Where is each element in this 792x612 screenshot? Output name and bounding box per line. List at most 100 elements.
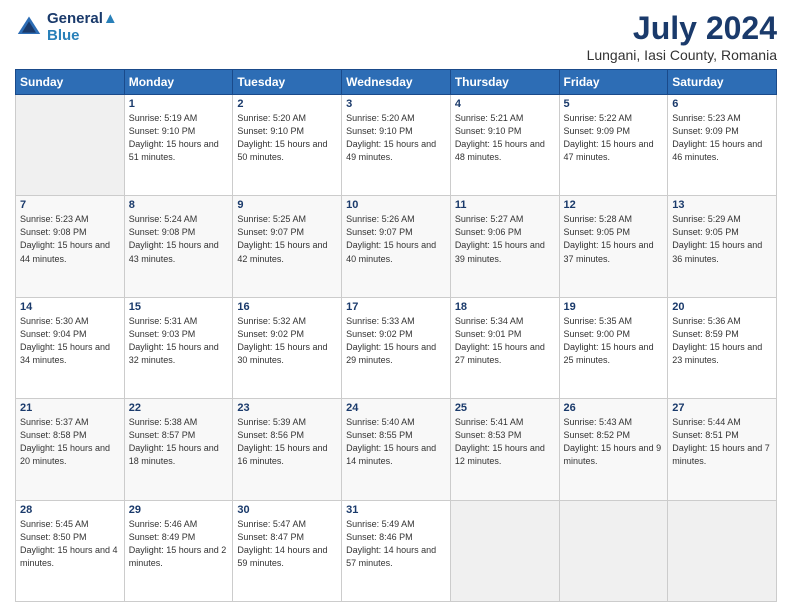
calendar-cell bbox=[450, 500, 559, 601]
cell-info: Sunrise: 5:41 AMSunset: 8:53 PMDaylight:… bbox=[455, 416, 555, 468]
cell-info: Sunrise: 5:38 AMSunset: 8:57 PMDaylight:… bbox=[129, 416, 229, 468]
calendar-cell: 4 Sunrise: 5:21 AMSunset: 9:10 PMDaylight… bbox=[450, 95, 559, 196]
calendar-cell: 1 Sunrise: 5:19 AMSunset: 9:10 PMDaylight… bbox=[124, 95, 233, 196]
page: General▲ Blue July 2024 Lungani, Iasi Co… bbox=[0, 0, 792, 612]
week-row-3: 14Sunrise: 5:30 AMSunset: 9:04 PMDayligh… bbox=[16, 297, 777, 398]
cell-info: Sunrise: 5:19 AMSunset: 9:10 PMDaylight:… bbox=[129, 112, 229, 164]
cell-info: Sunrise: 5:21 AMSunset: 9:10 PMDaylight:… bbox=[455, 112, 555, 164]
day-number: 3 bbox=[346, 98, 446, 110]
calendar-cell bbox=[559, 500, 668, 601]
calendar-cell: 7 Sunrise: 5:23 AMSunset: 9:08 PMDaylight… bbox=[16, 196, 125, 297]
calendar-cell: 26 Sunrise: 5:43 AMSunset: 8:52 PMDayligh… bbox=[559, 399, 668, 500]
day-number: 26 bbox=[564, 402, 664, 414]
day-number: 15 bbox=[129, 301, 229, 313]
cell-info: Sunrise: 5:46 AMSunset: 8:49 PMDaylight:… bbox=[129, 518, 229, 570]
cell-info: Sunrise: 5:24 AMSunset: 9:08 PMDaylight:… bbox=[129, 213, 229, 265]
cell-info: Sunrise: 5:26 AMSunset: 9:07 PMDaylight:… bbox=[346, 213, 446, 265]
cell-info: Sunrise: 5:37 AMSunset: 8:58 PMDaylight:… bbox=[20, 416, 120, 468]
day-number: 23 bbox=[237, 402, 337, 414]
day-number: 5 bbox=[564, 98, 664, 110]
cell-info: Sunrise: 5:28 AMSunset: 9:05 PMDaylight:… bbox=[564, 213, 664, 265]
cell-info: Sunrise: 5:35 AMSunset: 9:00 PMDaylight:… bbox=[564, 315, 664, 367]
calendar-table: SundayMondayTuesdayWednesdayThursdayFrid… bbox=[15, 69, 777, 602]
day-number: 6 bbox=[672, 98, 772, 110]
calendar-cell: 27 Sunrise: 5:44 AMSunset: 8:51 PMDayligh… bbox=[668, 399, 777, 500]
cell-info: Sunrise: 5:40 AMSunset: 8:55 PMDaylight:… bbox=[346, 416, 446, 468]
calendar-cell: 2 Sunrise: 5:20 AMSunset: 9:10 PMDaylight… bbox=[233, 95, 342, 196]
cell-info: Sunrise: 5:32 AMSunset: 9:02 PMDaylight:… bbox=[237, 315, 337, 367]
day-number: 4 bbox=[455, 98, 555, 110]
cell-info: Sunrise: 5:31 AMSunset: 9:03 PMDaylight:… bbox=[129, 315, 229, 367]
month-title: July 2024 bbox=[587, 10, 777, 47]
logo: General▲ Blue bbox=[15, 10, 118, 44]
col-header-tuesday: Tuesday bbox=[233, 70, 342, 95]
calendar-cell: 3Sunrise: 5:20 AMSunset: 9:10 PMDaylight… bbox=[342, 95, 451, 196]
col-header-sunday: Sunday bbox=[16, 70, 125, 95]
calendar-cell: 22Sunrise: 5:38 AMSunset: 8:57 PMDayligh… bbox=[124, 399, 233, 500]
col-header-saturday: Saturday bbox=[668, 70, 777, 95]
cell-info: Sunrise: 5:39 AMSunset: 8:56 PMDaylight:… bbox=[237, 416, 337, 468]
day-number: 10 bbox=[346, 199, 446, 211]
calendar-cell bbox=[668, 500, 777, 601]
logo-icon bbox=[15, 13, 43, 41]
calendar-cell bbox=[16, 95, 125, 196]
calendar-cell: 17Sunrise: 5:33 AMSunset: 9:02 PMDayligh… bbox=[342, 297, 451, 398]
cell-info: Sunrise: 5:23 AMSunset: 9:09 PMDaylight:… bbox=[672, 112, 772, 164]
col-header-friday: Friday bbox=[559, 70, 668, 95]
cell-info: Sunrise: 5:44 AMSunset: 8:51 PMDaylight:… bbox=[672, 416, 772, 468]
calendar-cell: 16 Sunrise: 5:32 AMSunset: 9:02 PMDayligh… bbox=[233, 297, 342, 398]
calendar-cell: 14Sunrise: 5:30 AMSunset: 9:04 PMDayligh… bbox=[16, 297, 125, 398]
cell-info: Sunrise: 5:47 AMSunset: 8:47 PMDaylight:… bbox=[237, 518, 337, 570]
calendar-cell: 28 Sunrise: 5:45 AMSunset: 8:50 PMDayligh… bbox=[16, 500, 125, 601]
calendar-cell: 20Sunrise: 5:36 AMSunset: 8:59 PMDayligh… bbox=[668, 297, 777, 398]
day-number: 25 bbox=[455, 402, 555, 414]
day-number: 7 bbox=[20, 199, 120, 211]
day-number: 27 bbox=[672, 402, 772, 414]
cell-info: Sunrise: 5:36 AMSunset: 8:59 PMDaylight:… bbox=[672, 315, 772, 367]
cell-info: Sunrise: 5:34 AMSunset: 9:01 PMDaylight:… bbox=[455, 315, 555, 367]
calendar-cell: 15 Sunrise: 5:31 AMSunset: 9:03 PMDayligh… bbox=[124, 297, 233, 398]
day-number: 2 bbox=[237, 98, 337, 110]
cell-info: Sunrise: 5:33 AMSunset: 9:02 PMDaylight:… bbox=[346, 315, 446, 367]
day-number: 18 bbox=[455, 301, 555, 313]
header: General▲ Blue July 2024 Lungani, Iasi Co… bbox=[15, 10, 777, 63]
week-row-4: 21Sunrise: 5:37 AMSunset: 8:58 PMDayligh… bbox=[16, 399, 777, 500]
day-number: 1 bbox=[129, 98, 229, 110]
cell-info: Sunrise: 5:25 AMSunset: 9:07 PMDaylight:… bbox=[237, 213, 337, 265]
calendar-cell: 19 Sunrise: 5:35 AMSunset: 9:00 PMDayligh… bbox=[559, 297, 668, 398]
week-row-5: 28 Sunrise: 5:45 AMSunset: 8:50 PMDayligh… bbox=[16, 500, 777, 601]
day-number: 28 bbox=[20, 504, 120, 516]
calendar-cell: 25 Sunrise: 5:41 AMSunset: 8:53 PMDayligh… bbox=[450, 399, 559, 500]
day-number: 19 bbox=[564, 301, 664, 313]
col-header-monday: Monday bbox=[124, 70, 233, 95]
day-number: 30 bbox=[237, 504, 337, 516]
calendar-cell: 30 Sunrise: 5:47 AMSunset: 8:47 PMDayligh… bbox=[233, 500, 342, 601]
day-number: 16 bbox=[237, 301, 337, 313]
col-header-thursday: Thursday bbox=[450, 70, 559, 95]
cell-info: Sunrise: 5:49 AMSunset: 8:46 PMDaylight:… bbox=[346, 518, 446, 570]
calendar-cell: 6 Sunrise: 5:23 AMSunset: 9:09 PMDaylight… bbox=[668, 95, 777, 196]
calendar-cell: 5Sunrise: 5:22 AMSunset: 9:09 PMDaylight… bbox=[559, 95, 668, 196]
calendar-cell: 23 Sunrise: 5:39 AMSunset: 8:56 PMDayligh… bbox=[233, 399, 342, 500]
week-row-2: 7 Sunrise: 5:23 AMSunset: 9:08 PMDaylight… bbox=[16, 196, 777, 297]
calendar-cell: 18 Sunrise: 5:34 AMSunset: 9:01 PMDayligh… bbox=[450, 297, 559, 398]
calendar-cell: 31 Sunrise: 5:49 AMSunset: 8:46 PMDayligh… bbox=[342, 500, 451, 601]
day-number: 29 bbox=[129, 504, 229, 516]
day-number: 31 bbox=[346, 504, 446, 516]
cell-info: Sunrise: 5:27 AMSunset: 9:06 PMDaylight:… bbox=[455, 213, 555, 265]
calendar-cell: 29 Sunrise: 5:46 AMSunset: 8:49 PMDayligh… bbox=[124, 500, 233, 601]
cell-info: Sunrise: 5:20 AMSunset: 9:10 PMDaylight:… bbox=[237, 112, 337, 164]
calendar-cell: 11Sunrise: 5:27 AMSunset: 9:06 PMDayligh… bbox=[450, 196, 559, 297]
calendar-cell: 21Sunrise: 5:37 AMSunset: 8:58 PMDayligh… bbox=[16, 399, 125, 500]
cell-info: Sunrise: 5:43 AMSunset: 8:52 PMDaylight:… bbox=[564, 416, 664, 468]
day-number: 13 bbox=[672, 199, 772, 211]
calendar-cell: 9 Sunrise: 5:25 AMSunset: 9:07 PMDaylight… bbox=[233, 196, 342, 297]
header-right: July 2024 Lungani, Iasi County, Romania bbox=[587, 10, 777, 63]
cell-info: Sunrise: 5:45 AMSunset: 8:50 PMDaylight:… bbox=[20, 518, 120, 570]
cell-info: Sunrise: 5:23 AMSunset: 9:08 PMDaylight:… bbox=[20, 213, 120, 265]
location: Lungani, Iasi County, Romania bbox=[587, 47, 777, 63]
day-number: 24 bbox=[346, 402, 446, 414]
day-number: 14 bbox=[20, 301, 120, 313]
day-number: 9 bbox=[237, 199, 337, 211]
cell-info: Sunrise: 5:29 AMSunset: 9:05 PMDaylight:… bbox=[672, 213, 772, 265]
